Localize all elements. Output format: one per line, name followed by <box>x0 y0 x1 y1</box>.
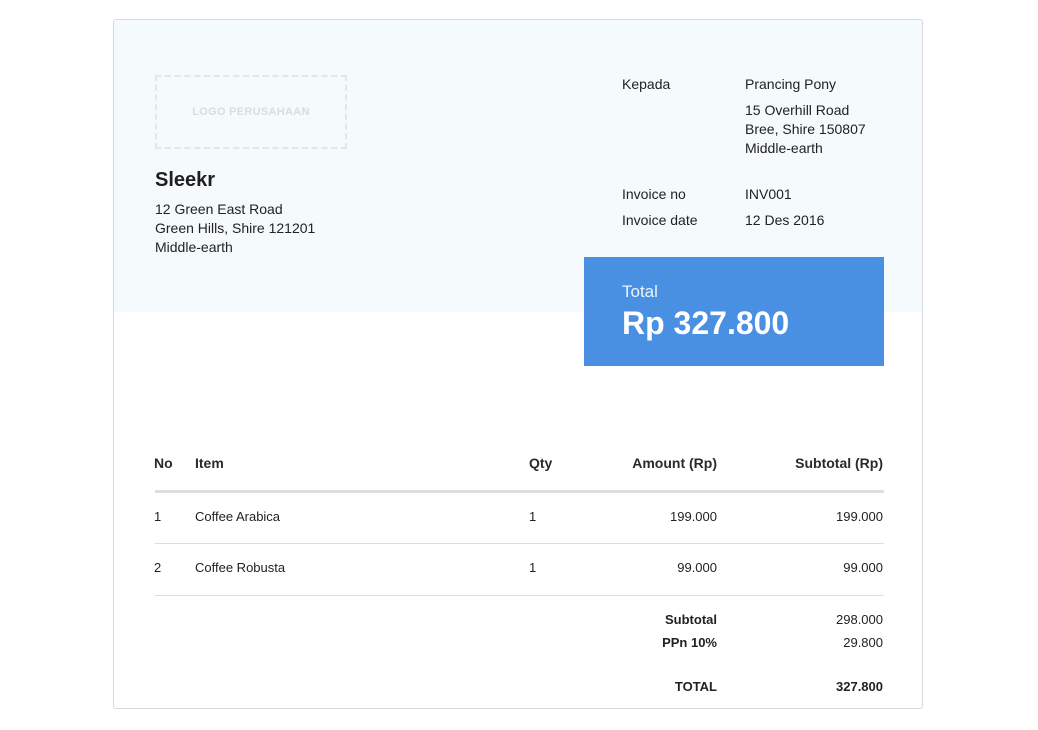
table-header-divider <box>155 490 884 493</box>
column-header-qty: Qty <box>529 455 553 471</box>
row-no: 1 <box>154 509 162 524</box>
row-item: Coffee Arabica <box>195 509 281 524</box>
row-qty: 1 <box>529 560 537 575</box>
invoice-document: LOGO PERUSAHAAN Sleekr 12 Green East Roa… <box>113 19 923 709</box>
recipient-address-line: Middle-earth <box>745 140 823 156</box>
row-divider <box>155 543 884 544</box>
column-header-amount: Amount (Rp) <box>632 455 717 471</box>
column-header-item: Item <box>195 455 224 471</box>
row-divider <box>155 595 884 596</box>
invoice-date-label: Invoice date <box>622 212 698 228</box>
total-box: Total Rp 327.800 <box>584 257 884 366</box>
row-amount: 199.000 <box>670 509 717 524</box>
company-name: Sleekr <box>155 169 216 191</box>
recipient-name: Prancing Pony <box>745 76 837 92</box>
recipient-label: Kepada <box>622 76 671 92</box>
row-subtotal: 199.000 <box>836 509 883 524</box>
recipient-address-line: 15 Overhill Road <box>745 102 850 118</box>
summary-subtotal-label: Subtotal <box>665 612 717 627</box>
recipient-address-line: Bree, Shire 150807 <box>745 121 866 137</box>
logo-placeholder-text: LOGO PERUSAHAAN <box>192 106 310 118</box>
summary-total-value: 327.800 <box>836 679 883 694</box>
invoice-no-value: INV001 <box>745 186 792 202</box>
summary-tax-label: PPn 10% <box>662 635 717 650</box>
invoice-date-value: 12 Des 2016 <box>745 212 825 228</box>
total-box-amount: Rp 327.800 <box>622 305 790 341</box>
row-amount: 99.000 <box>677 560 717 575</box>
row-no: 2 <box>154 560 162 575</box>
summary-total-label: TOTAL <box>674 679 717 694</box>
company-logo-placeholder: LOGO PERUSAHAAN <box>155 75 347 149</box>
recipient-address: 15 Overhill Road Bree, Shire 150807 Midd… <box>745 101 866 158</box>
row-subtotal: 99.000 <box>843 560 883 575</box>
company-address-line: Middle-earth <box>155 239 233 255</box>
company-address-line: 12 Green East Road <box>155 201 283 217</box>
column-header-subtotal: Subtotal (Rp) <box>795 455 883 471</box>
total-box-label: Total <box>622 282 658 301</box>
row-item: Coffee Robusta <box>195 560 286 575</box>
company-address-line: Green Hills, Shire 121201 <box>155 220 316 236</box>
row-qty: 1 <box>529 509 537 524</box>
invoice-no-label: Invoice no <box>622 186 686 202</box>
company-address: 12 Green East Road Green Hills, Shire 12… <box>155 200 315 257</box>
summary-tax-value: 29.800 <box>843 635 883 650</box>
column-header-no: No <box>154 455 173 471</box>
summary-subtotal-value: 298.000 <box>836 612 883 627</box>
